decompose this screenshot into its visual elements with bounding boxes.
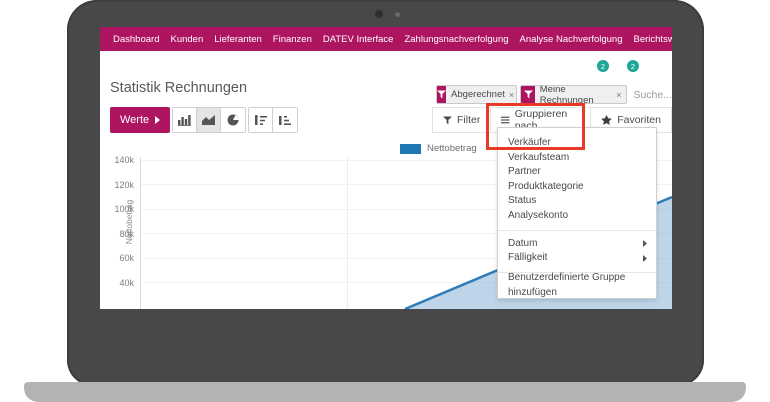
search-bar[interactable]: Abgerechnet × Meine Rechnungen × Suche..… xyxy=(436,85,672,104)
nav-item-dashboard[interactable]: Dashboard xyxy=(113,34,159,45)
y-tick: 60k xyxy=(108,253,134,263)
y-tick: 80k xyxy=(108,229,134,239)
pie-chart-button[interactable] xyxy=(221,108,245,132)
nav-item-finanzen[interactable]: Finanzen xyxy=(273,34,312,45)
camera-led-icon xyxy=(395,12,400,17)
top-navbar: Dashboard Kunden Lieferanten Finanzen DA… xyxy=(100,27,672,51)
sort-descending-icon xyxy=(255,115,267,126)
sort-ascending-icon xyxy=(279,115,291,126)
hamburger-menu-icon xyxy=(501,116,509,124)
filter-tag-label: Abgerechnet xyxy=(451,89,505,100)
filter-button[interactable]: Filter xyxy=(432,107,491,133)
app-screen: Dashboard Kunden Lieferanten Finanzen DA… xyxy=(100,27,672,309)
page-title: Statistik Rechnungen xyxy=(110,80,247,96)
y-tick: 100k xyxy=(108,204,134,214)
menu-item-status[interactable]: Status xyxy=(498,194,656,209)
menu-divider xyxy=(498,230,656,231)
menu-item-produktkategorie[interactable]: Produktkategorie xyxy=(498,180,656,195)
menu-item-datum[interactable]: Datum xyxy=(498,237,656,252)
sort-ascending-button[interactable] xyxy=(273,108,297,132)
group-by-dropdown: Verkäufer Verkaufsteam Partner Produktka… xyxy=(497,127,657,299)
menu-item-custom-group[interactable]: Benutzerdefinierte Gruppe hinzufügen xyxy=(498,279,656,294)
bar-chart-icon xyxy=(178,115,191,126)
menu-item-partner[interactable]: Partner xyxy=(498,165,656,180)
legend-swatch xyxy=(400,144,421,154)
filter-button-label: Filter xyxy=(457,114,480,126)
remove-tag-icon[interactable]: × xyxy=(509,90,514,100)
nav-item-zahlungsnachverfolgung[interactable]: Zahlungsnachverfolgung xyxy=(404,34,508,45)
sort-group xyxy=(248,107,298,133)
search-input[interactable]: Suche... xyxy=(630,89,672,101)
nav-item-berichtswesen[interactable]: Berichtswesen xyxy=(634,34,673,45)
favorites-button-label: Favoriten xyxy=(617,114,661,126)
area-chart-button[interactable] xyxy=(197,108,221,132)
values-button-label: Werte xyxy=(120,114,149,126)
chart-y-axis-label: Nettobetrag xyxy=(124,192,134,252)
chart-legend[interactable]: Nettobetrag xyxy=(400,143,477,154)
bar-chart-button[interactable] xyxy=(173,108,197,132)
menu-item-faelligkeit[interactable]: Fälligkeit xyxy=(498,251,656,266)
pie-chart-icon xyxy=(227,114,239,126)
menu-item-verkaufsteam[interactable]: Verkaufsteam xyxy=(498,151,656,166)
values-button[interactable]: Werte xyxy=(110,107,170,133)
nav-item-analyse-nachverfolgung[interactable]: Analyse Nachverfolgung xyxy=(520,34,623,45)
nav-item-kunden[interactable]: Kunden xyxy=(170,34,203,45)
menu-item-analysekonto[interactable]: Analysekonto xyxy=(498,209,656,224)
caret-right-icon xyxy=(643,240,647,247)
remove-tag-icon[interactable]: × xyxy=(616,90,621,100)
y-tick: 40k xyxy=(108,278,134,288)
nav-item-lieferanten[interactable]: Lieferanten xyxy=(214,34,262,45)
filter-tag-meine-rechnungen[interactable]: Meine Rechnungen × xyxy=(520,85,627,104)
caret-right-icon xyxy=(155,116,160,124)
funnel-icon xyxy=(437,86,446,103)
funnel-icon xyxy=(443,116,452,125)
filter-tag-abgerechnet[interactable]: Abgerechnet × xyxy=(436,85,517,104)
y-tick: 140k xyxy=(108,155,134,165)
funnel-icon xyxy=(521,86,534,103)
camera-dot-icon xyxy=(375,10,383,18)
star-icon xyxy=(601,115,612,125)
laptop-base xyxy=(24,382,746,402)
notification-badge[interactable]: 2 xyxy=(627,60,639,72)
legend-label: Nettobetrag xyxy=(427,143,477,154)
y-tick: 120k xyxy=(108,180,134,190)
filter-tag-label: Meine Rechnungen xyxy=(540,85,612,104)
menu-item-verkaeufer[interactable]: Verkäufer xyxy=(498,136,656,151)
page: Dashboard Kunden Lieferanten Finanzen DA… xyxy=(0,0,770,402)
nav-item-datev-interface[interactable]: DATEV Interface xyxy=(323,34,394,45)
sort-descending-button[interactable] xyxy=(249,108,273,132)
notification-badge[interactable]: 2 xyxy=(597,60,609,72)
chart-type-group xyxy=(172,107,246,133)
area-chart-icon xyxy=(202,115,215,125)
caret-right-icon xyxy=(643,255,647,262)
